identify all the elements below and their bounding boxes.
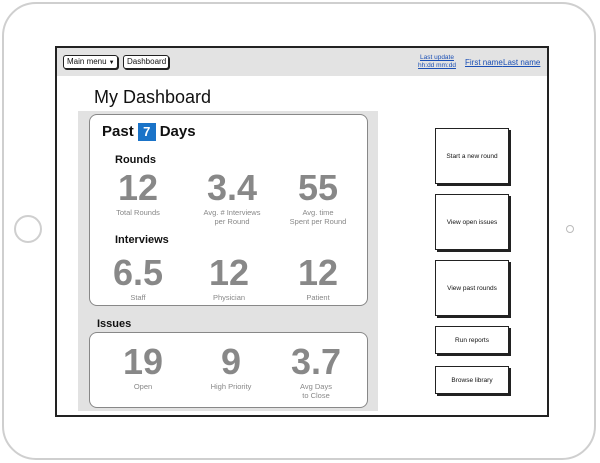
days-selector[interactable]: 7: [137, 123, 156, 142]
rounds-label: Rounds: [115, 154, 156, 166]
avg-days-label-2: to Close: [302, 391, 330, 400]
avg-days-value: 3.7: [290, 341, 342, 382]
last-update-link[interactable]: Last update hh:dd mm:dd: [417, 54, 457, 70]
total-rounds-value: 12: [117, 167, 159, 208]
period-header: Past 7 Days: [102, 123, 196, 142]
period-prefix: Past: [102, 123, 134, 140]
top-bar: Main menu ▼ Dashboard Last update hh:dd m…: [57, 48, 547, 76]
high-priority-label: High Priority: [210, 382, 252, 391]
avg-time-label-2: Spent per Round: [289, 217, 347, 226]
open-issues-label: Open: [133, 382, 153, 391]
caret-down-icon: ▼: [108, 60, 115, 66]
open-issues-value: 19: [122, 341, 164, 382]
screen: Main menu ▼ Dashboard Last update hh:dd m…: [55, 46, 549, 417]
avg-interviews-value: 3.4: [206, 167, 258, 208]
home-button[interactable]: [14, 215, 42, 243]
avg-interviews-label-2: per Round: [214, 217, 250, 226]
avg-days-label: Avg Days: [300, 382, 332, 391]
issues-label: Issues: [97, 318, 132, 330]
physician-label: Physician: [212, 293, 246, 302]
dashboard-button[interactable]: Dashboard: [123, 55, 169, 69]
view-open-issues-button[interactable]: View open issues: [435, 194, 509, 250]
avg-time-label: Avg. time: [302, 208, 334, 217]
physician-value: 12: [208, 252, 250, 293]
avg-time-value: 55: [297, 167, 339, 208]
first-name-link[interactable]: First name: [465, 58, 503, 67]
view-past-rounds-button[interactable]: View past rounds: [435, 260, 509, 316]
main-menu-button[interactable]: Main menu ▼: [63, 55, 118, 69]
page-title: My Dashboard: [94, 87, 212, 107]
staff-value: 6.5: [112, 252, 164, 293]
patient-label: Patient: [306, 293, 330, 302]
high-priority-value: 9: [220, 341, 242, 382]
interviews-label: Interviews: [115, 234, 169, 246]
patient-value: 12: [297, 252, 339, 293]
staff-label: Staff: [130, 293, 146, 302]
last-name-link[interactable]: Last name: [503, 58, 540, 67]
run-reports-button[interactable]: Run reports: [435, 326, 509, 354]
last-update-time: hh:dd mm:dd: [418, 62, 456, 69]
start-round-button[interactable]: Start a new round: [435, 128, 509, 184]
last-update-label: Last update: [420, 54, 454, 61]
total-rounds-label: Total Rounds: [116, 208, 160, 217]
avg-interviews-label: Avg. # Interviews: [203, 208, 261, 217]
main-menu-label: Main menu: [67, 57, 107, 66]
period-suffix: Days: [159, 123, 196, 140]
camera-icon: [566, 225, 574, 233]
browse-library-button[interactable]: Browse library: [435, 366, 509, 394]
